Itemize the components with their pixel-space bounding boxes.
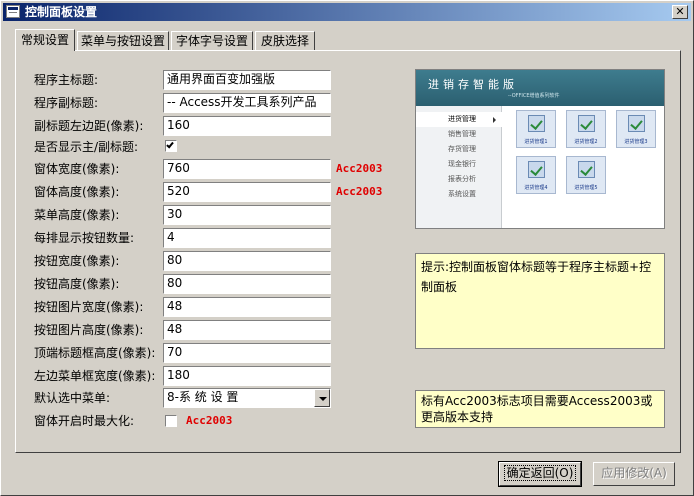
acc2003-note-box: 标有Acc2003标志项目需要Access2003或更高版本支持 [415,390,665,428]
preview-menu-item: 系统设置 [448,190,476,198]
default-menu-select[interactable]: 8-系 统 设 置 [163,388,331,408]
button-width-label: 按钮宽度(像素): [34,254,120,268]
top-title-height-label: 顶端标题框高度(像素): [34,346,156,360]
preview-button-label: 进货管理4 [524,185,548,191]
button-height-label: 按钮高度(像素): [34,277,120,291]
window-title: 控制面板设置 [25,5,98,19]
preview-button: 进货管理4 [516,156,556,194]
preview-button-label: 进货管理5 [574,185,598,191]
window-icon [6,5,20,18]
confirm-return-label: 确定返回(O) [503,465,577,481]
button-image-width-label: 按钮图片宽度(像素): [34,300,144,314]
preview-menu-item: 存货管理 [448,145,476,153]
form-width-label: 窗体宽度(像素): [34,162,120,176]
sub-title-label: 程序副标题: [34,96,99,110]
top-title-height-input[interactable]: 70 [163,343,331,363]
button-image-width-input[interactable]: 48 [163,297,331,317]
edit-check-icon [578,161,595,178]
show-titles-label: 是否显示主/副标题: [34,140,139,154]
tip-box: 提示:控制面板窗体标题等于程序主标题+控制面板 [415,253,665,349]
tab-font-size[interactable]: 字体字号设置 [171,31,253,51]
sub-title-left-margin-label: 副标题左边距(像素): [34,119,144,133]
preview-menu-item: 进货管理 [416,112,502,127]
close-button[interactable]: ✕ [672,5,688,19]
maximize-on-open-label: 窗体开启时最大化: [34,414,135,428]
button-height-input[interactable]: 80 [163,274,331,294]
preview-menu: 进货管理 销售管理 存货管理 现金银行 报表分析 系统设置 [416,106,502,228]
title-bar[interactable]: 控制面板设置 ✕ [3,3,691,21]
default-menu-label: 默认选中菜单: [34,391,111,405]
form-height-input[interactable]: 520 [163,182,331,202]
preview-menu-item: 报表分析 [448,175,476,183]
edit-check-icon [528,115,545,132]
show-titles-checkbox[interactable] [165,140,177,152]
preview-title: 进销存智能版 [428,78,518,91]
sub-title-left-margin-input[interactable]: 160 [163,116,331,136]
default-menu-value: 8-系 统 设 置 [167,390,239,404]
menu-height-input[interactable]: 30 [163,205,331,225]
tab-menu-buttons[interactable]: 菜单与按钮设置 [77,31,169,51]
dropdown-arrow-icon[interactable] [314,389,330,407]
close-icon: ✕ [675,5,685,18]
menu-height-label: 菜单高度(像素): [34,208,120,222]
preview-menu-item: 销售管理 [448,130,476,138]
edit-check-icon [578,115,595,132]
preview-button: 进货管理2 [566,110,606,148]
acc2003-tag: Acc2003 [186,414,233,427]
form-height-label: 窗体高度(像素): [34,185,120,199]
preview-button-label: 进货管理3 [624,139,648,145]
sub-title-input[interactable]: -- Access开发工具系列产品 [163,93,331,113]
preview-button: 进货管理3 [616,110,656,148]
acc2003-tag: Acc2003 [336,162,383,175]
edit-check-icon [528,161,545,178]
edit-check-icon [628,115,645,132]
main-title-input[interactable]: 通用界面百变加强版 [163,70,331,90]
preview-button-label: 进货管理2 [574,139,598,145]
tab-skin[interactable]: 皮肤选择 [255,31,315,51]
maximize-on-open-checkbox[interactable] [165,415,177,427]
check-icon [166,140,174,149]
preview-subtitle: --OFFICE增值系列软件 [508,93,560,99]
buttons-per-row-input[interactable]: 4 [163,228,331,248]
control-panel-settings-window: 控制面板设置 ✕ 常规设置 菜单与按钮设置 字体字号设置 皮肤选择 程序主标题:… [0,0,694,496]
left-menu-width-input[interactable]: 180 [163,366,331,386]
layout-preview: 进销存智能版 --OFFICE增值系列软件 进货管理 销售管理 存货管理 现金银… [415,69,665,229]
preview-header: 进销存智能版 --OFFICE增值系列软件 [416,70,664,106]
preview-menu-item: 现金银行 [448,160,476,168]
left-menu-width-label: 左边菜单框宽度(像素): [34,369,156,383]
apply-changes-label: 应用修改(A) [601,466,667,480]
button-width-input[interactable]: 80 [163,251,331,271]
tab-general[interactable]: 常规设置 [15,29,75,51]
confirm-return-button[interactable]: 确定返回(O) [498,461,582,487]
preview-button: 进货管理5 [566,156,606,194]
buttons-per-row-label: 每排显示按钮数量: [34,231,135,245]
preview-button-label: 进货管理1 [524,139,548,145]
button-image-height-label: 按钮图片高度(像素): [34,323,144,337]
button-image-height-input[interactable]: 48 [163,320,331,340]
preview-button: 进货管理1 [516,110,556,148]
main-title-label: 程序主标题: [34,73,99,87]
apply-changes-button[interactable]: 应用修改(A) [593,462,675,486]
form-width-input[interactable]: 760 [163,159,331,179]
acc2003-tag: Acc2003 [336,185,383,198]
